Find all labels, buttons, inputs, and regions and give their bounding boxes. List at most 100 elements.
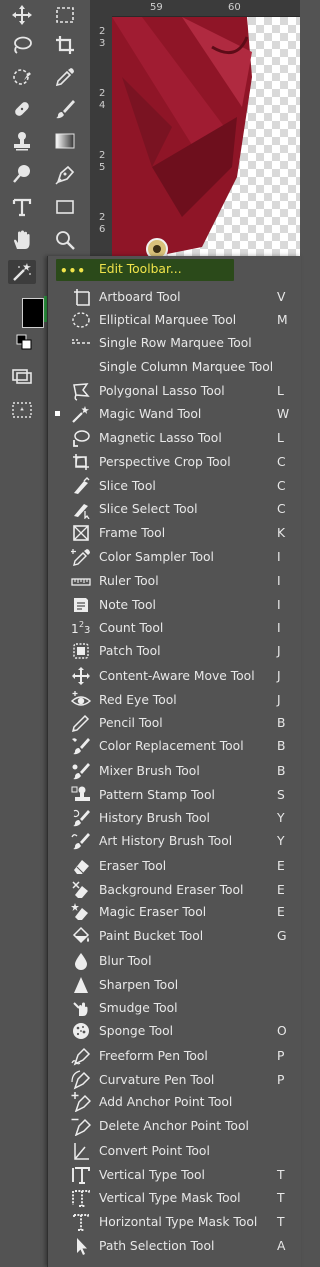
menu-item-convert-point[interactable]: Convert Point Tool — [48, 1139, 301, 1162]
menu-item-blur[interactable]: Blur Tool — [48, 949, 301, 972]
menu-item-content-aware-move[interactable]: Content-Aware Move Tool J — [48, 664, 301, 687]
menu-item-perspective-crop[interactable]: Perspective Crop Tool C — [48, 450, 301, 473]
menu-item-smudge[interactable]: Smudge Tool — [48, 996, 301, 1019]
menu-item-curvature-pen[interactable]: Curvature Pen Tool P — [48, 1068, 301, 1091]
menu-item-sharpen[interactable]: Sharpen Tool — [48, 973, 301, 996]
magic-wand-icon — [70, 403, 92, 425]
shortcut-key: O — [277, 1023, 287, 1038]
single-row-marquee-icon — [70, 332, 92, 354]
shortcut-key: E — [277, 858, 285, 873]
menu-item-freeform-pen[interactable]: Freeform Pen Tool P — [48, 1044, 301, 1067]
menu-item-ruler[interactable]: Ruler Tool I — [48, 569, 301, 592]
gradient-icon[interactable] — [51, 129, 79, 153]
menu-item-add-anchor-point[interactable]: Add Anchor Point Tool — [48, 1090, 301, 1113]
menu-item-magic-eraser[interactable]: Magic Eraser Tool E — [48, 900, 301, 923]
shortcut-key: Y — [277, 810, 285, 825]
edit-toolbar-label: Edit Toolbar... — [99, 262, 182, 276]
menu-item-slice[interactable]: Slice Tool C — [48, 474, 301, 497]
menu-item-paint-bucket[interactable]: Paint Bucket Tool G — [48, 924, 301, 947]
menu-item-art-history-brush[interactable]: Art History Brush Tool Y — [48, 829, 301, 852]
menu-item-magic-wand[interactable]: Magic Wand Tool W — [48, 402, 301, 425]
pen-icon[interactable] — [51, 162, 79, 186]
menu-item-label: Note Tool — [99, 597, 156, 612]
menu-item-slice-select[interactable]: Slice Select Tool C — [48, 497, 301, 520]
content-aware-move-icon — [70, 665, 92, 687]
menu-item-background-eraser[interactable]: Background Eraser Tool E — [48, 878, 301, 901]
edit-toolbar-button[interactable]: ••• Edit Toolbar... — [56, 259, 234, 281]
menu-item-pattern-stamp[interactable]: Pattern Stamp Tool S — [48, 783, 301, 806]
shortcut-key: B — [277, 738, 286, 753]
menu-item-history-brush[interactable]: History Brush Tool Y — [48, 806, 301, 829]
color-sampler-icon — [70, 546, 92, 568]
shortcut-key: B — [277, 763, 286, 778]
menu-item-color-sampler[interactable]: Color Sampler Tool I — [48, 545, 301, 568]
menu-item-frame[interactable]: Frame Tool K — [48, 521, 301, 544]
menu-item-single-row-marquee[interactable]: Single Row Marquee Tool — [48, 331, 301, 354]
move-tool-icon[interactable] — [8, 3, 36, 27]
menu-item-vertical-type-mask[interactable]: Vertical Type Mask Tool T — [48, 1186, 301, 1209]
menu-item-vertical-type[interactable]: Vertical Type Tool T — [48, 1163, 301, 1186]
art-history-brush-icon — [70, 830, 92, 852]
shortcut-key: Y — [277, 833, 285, 848]
menu-item-pencil[interactable]: Pencil Tool B — [48, 711, 301, 734]
spot-healing-brush-icon[interactable] — [8, 97, 36, 121]
rectangle-icon[interactable] — [51, 195, 79, 219]
horizontal-type-icon[interactable] — [8, 195, 36, 219]
menu-item-label: Magic Eraser Tool — [99, 904, 207, 919]
menu-item-artboard[interactable]: Artboard Tool V — [48, 285, 301, 308]
menu-item-delete-anchor-point[interactable]: Delete Anchor Point Tool — [48, 1114, 301, 1137]
menu-item-label: Red Eye Tool — [99, 692, 177, 707]
eyedropper-icon[interactable] — [51, 65, 79, 89]
elliptical-marquee-icon — [70, 309, 92, 331]
menu-item-mixer-brush[interactable]: Mixer Brush Tool B — [48, 759, 301, 782]
menu-item-horizontal-type-mask[interactable]: Horizontal Type Mask Tool T — [48, 1210, 301, 1233]
menu-item-color-replacement[interactable]: Color Replacement Tool B — [48, 734, 301, 757]
menu-item-label: Slice Select Tool — [99, 501, 198, 516]
dodge-icon[interactable] — [8, 162, 36, 186]
menu-item-single-column-marquee[interactable]: Single Column Marquee Tool — [48, 355, 301, 378]
menu-item-note[interactable]: Note Tool I — [48, 593, 301, 616]
menu-item-count[interactable]: 1 2 3 Count Tool I — [48, 616, 301, 639]
quick-mask-icon[interactable] — [8, 398, 36, 422]
menu-item-magnetic-lasso[interactable]: Magnetic Lasso Tool L — [48, 426, 301, 449]
shortcut-key: J — [277, 643, 281, 658]
horizontal-ruler: 59 60 — [90, 0, 300, 17]
crop-icon[interactable] — [51, 33, 79, 57]
menu-item-label: Frame Tool — [99, 525, 166, 540]
hand-icon[interactable] — [8, 228, 36, 252]
active-tool-indicator — [55, 411, 60, 416]
magic-wand-icon[interactable] — [8, 260, 36, 284]
shortcut-key: J — [277, 668, 281, 683]
object-selection-icon[interactable] — [8, 65, 36, 89]
menu-item-path-selection[interactable]: Path Selection Tool A — [48, 1234, 301, 1257]
menu-item-red-eye[interactable]: Red Eye Tool J — [48, 688, 301, 711]
rectangular-marquee-icon[interactable] — [51, 3, 79, 27]
pencil-icon — [70, 712, 92, 734]
ruler-label: 60 — [228, 2, 241, 13]
foreground-color-swatch[interactable] — [22, 298, 44, 328]
ruler-label: 2 — [99, 212, 106, 223]
menu-item-patch[interactable]: Patch Tool J — [48, 639, 301, 662]
count-icon: 123 — [70, 617, 92, 639]
shortcut-key: C — [277, 501, 286, 516]
brush-icon[interactable] — [51, 97, 79, 121]
screen-mode-icon[interactable] — [8, 364, 36, 388]
menu-item-label: Content-Aware Move Tool — [99, 668, 255, 683]
shortcut-key: J — [277, 692, 281, 707]
shortcut-key: M — [277, 312, 288, 327]
shortcut-key: T — [277, 1190, 285, 1205]
menu-item-eraser[interactable]: Eraser Tool E — [48, 854, 301, 877]
menu-item-sponge[interactable]: Sponge Tool O — [48, 1019, 301, 1042]
document-canvas[interactable] — [112, 17, 300, 257]
menu-item-elliptical-marquee[interactable]: Elliptical Marquee Tool M — [48, 308, 301, 331]
clone-stamp-icon[interactable] — [8, 129, 36, 153]
menu-item-label: Polygonal Lasso Tool — [99, 383, 225, 398]
shortcut-key: B — [277, 715, 286, 730]
menu-item-polygonal-lasso[interactable]: Polygonal Lasso Tool L — [48, 379, 301, 402]
zoom-icon[interactable] — [51, 228, 79, 252]
shortcut-key: E — [277, 904, 285, 919]
menu-item-label: Mixer Brush Tool — [99, 763, 200, 778]
default-colors-icon[interactable] — [14, 334, 36, 352]
lasso-icon[interactable] — [8, 33, 36, 57]
ruler-label: 2 — [99, 150, 106, 161]
